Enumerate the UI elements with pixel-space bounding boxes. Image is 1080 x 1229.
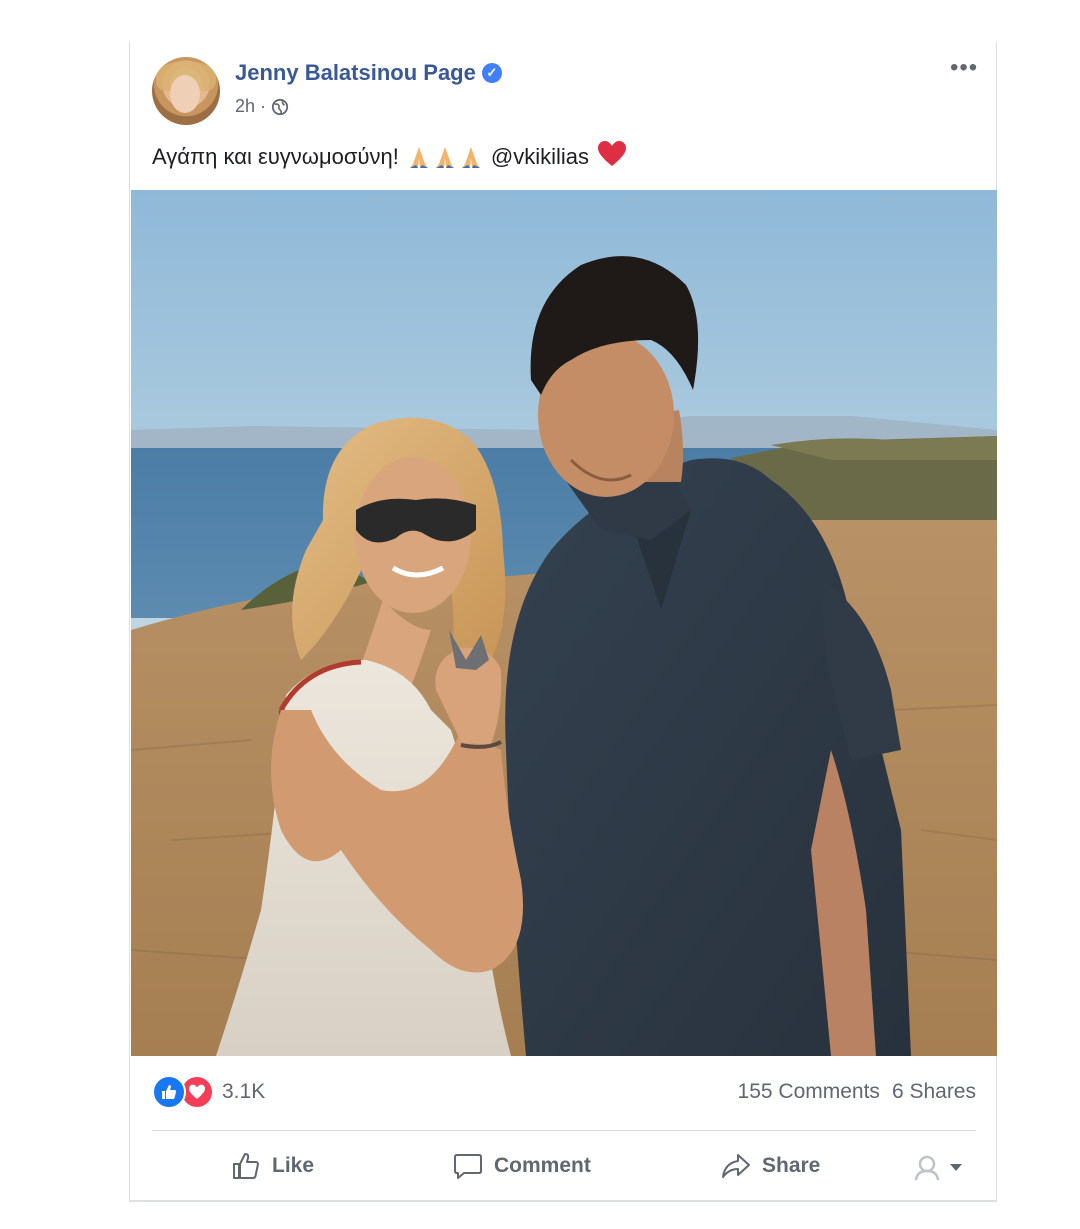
post-message: Αγάπη και ευγνωμοσύνη! [152, 144, 399, 169]
meta-separator: · [260, 96, 267, 116]
post-photo-image [131, 190, 997, 1056]
author-name-row: Jenny Balatsinou Page ✓ [235, 60, 502, 86]
actions-divider [152, 1130, 976, 1131]
post-timestamp[interactable]: 2h [235, 96, 255, 117]
more-options-icon[interactable]: ••• [950, 54, 978, 82]
mention-link[interactable]: @vkikilias [491, 144, 589, 170]
author-name-link[interactable]: Jenny Balatsinou Page [235, 60, 476, 86]
reactions-count[interactable]: 3.1K [222, 1080, 265, 1104]
folded-hands-emoji [407, 144, 483, 170]
post-actions-bar: Like Comment Share [130, 1142, 996, 1192]
share-arrow-icon [722, 1154, 750, 1178]
like-button[interactable]: Like [230, 1150, 314, 1182]
comment-button[interactable]: Comment [452, 1150, 591, 1182]
share-button[interactable]: Share [720, 1150, 820, 1182]
comment-label: Comment [494, 1154, 591, 1177]
post-text: Αγάπη και ευγνωμοσύνη! @vkikilias [152, 140, 627, 174]
like-reaction-icon [152, 1075, 186, 1109]
avatar-face [170, 75, 200, 113]
post-card: Jenny Balatsinou Page ✓ 2h · ••• Αγάπη κ… [129, 42, 997, 1202]
comments-count-link[interactable]: 155 Comments [738, 1080, 880, 1104]
like-label: Like [272, 1154, 315, 1177]
shares-count-link[interactable]: 6 Shares [892, 1080, 976, 1104]
red-heart-emoji [597, 140, 627, 174]
comment-bubble-icon [454, 1154, 482, 1179]
author-avatar[interactable] [152, 57, 220, 125]
post-meta: 2h · [235, 96, 289, 117]
profile-silhouette-icon [914, 1155, 940, 1181]
share-label: Share [762, 1154, 821, 1177]
post-photo[interactable] [131, 190, 997, 1056]
engagement-counts: 155 Comments 6 Shares [738, 1080, 976, 1104]
chevron-down-icon [950, 1164, 962, 1171]
thumbs-up-icon [233, 1153, 259, 1179]
globe-icon[interactable] [271, 98, 289, 116]
reactions-summary[interactable]: 3.1K [152, 1075, 265, 1109]
verified-badge-icon: ✓ [481, 63, 502, 83]
audience-selector[interactable] [912, 1152, 964, 1182]
